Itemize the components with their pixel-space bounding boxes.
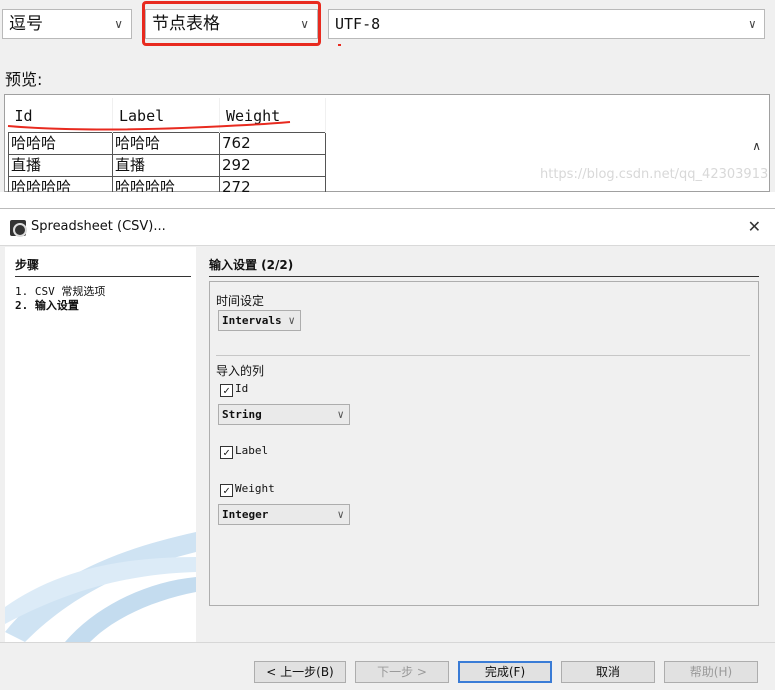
column-name: Label	[235, 444, 269, 457]
column-name: Id	[235, 382, 249, 395]
cancel-button[interactable]: 取消	[561, 661, 655, 683]
table-cell: 直播	[112, 153, 220, 177]
charset-select[interactable]: UTF-8 ∨	[328, 9, 765, 39]
table-cell: 哈哈哈	[8, 131, 113, 155]
preview-label: 预览:	[5, 70, 43, 89]
time-setting-value: Intervals	[222, 314, 282, 327]
steps-panel: 步骤 1. CSV 常规选项 2. 输入设置	[5, 247, 196, 642]
chevron-down-icon: ∨	[288, 314, 295, 327]
column-type-select-weight[interactable]: Integer ∨	[218, 504, 350, 525]
table-row: 直播 直播 292	[8, 153, 326, 177]
steps-header: 步骤	[15, 256, 191, 277]
import-preview-section: 逗号 ∨ 节点表格 ∨ UTF-8 ∨ 预览: Id Label Weight …	[0, 0, 775, 192]
import-columns-label: 导入的列	[216, 364, 265, 378]
chevron-down-icon: ∨	[114, 17, 123, 31]
next-button[interactable]: 下一步 >	[355, 661, 449, 683]
table-cell: 762	[219, 131, 326, 155]
help-button[interactable]: 帮助(H)	[664, 661, 758, 683]
column-checkbox-weight[interactable]: ✓ Weight	[220, 482, 275, 497]
column-type-value: String	[222, 408, 262, 421]
table-row: 哈哈哈哈 哈哈哈哈 272	[8, 175, 326, 192]
chevron-down-icon: ∨	[337, 508, 344, 521]
preview-table: Id Label Weight 哈哈哈 哈哈哈 762 直播 直播 292 哈哈…	[8, 98, 326, 192]
back-button[interactable]: < 上一步(B)	[254, 661, 346, 683]
table-row: 哈哈哈 哈哈哈 762	[8, 131, 326, 155]
decorative-swoosh	[5, 532, 196, 642]
column-checkbox-id[interactable]: ✓ Id	[220, 382, 248, 397]
charset-value: UTF-8	[335, 15, 381, 33]
step-item-2: 2. 输入设置	[15, 299, 79, 312]
delimiter-value: 逗号	[9, 14, 43, 34]
gephi-app-icon	[10, 220, 27, 237]
checkbox-checked-icon: ✓	[220, 384, 233, 397]
title-bar: Spreadsheet (CSV)... ✕	[0, 209, 775, 246]
table-cell: 292	[219, 153, 326, 177]
watermark-text: https://blog.csdn.net/qq_42303913	[540, 167, 769, 182]
time-setting-select[interactable]: Intervals ∨	[218, 310, 301, 331]
table-cell: 哈哈哈哈	[8, 175, 113, 192]
time-setting-label: 时间设定	[216, 294, 265, 308]
scroll-up-icon[interactable]: ∧	[752, 139, 761, 153]
separator	[216, 355, 750, 356]
finish-button[interactable]: 完成(F)	[458, 661, 552, 683]
dialog-title: Spreadsheet (CSV)...	[31, 219, 166, 234]
table-cell: 哈哈哈哈	[112, 175, 220, 192]
button-bar: < 上一步(B) 下一步 > 完成(F) 取消 帮助(H)	[0, 642, 775, 690]
settings-panel: 时间设定 Intervals ∨ 导入的列 ✓ Id String ∨ ✓ Labe…	[209, 281, 759, 606]
checkbox-checked-icon: ✓	[220, 484, 233, 497]
delimiter-select[interactable]: 逗号 ∨	[2, 9, 132, 39]
column-name: Weight	[235, 482, 275, 495]
chevron-down-icon: ∨	[337, 408, 344, 421]
spreadsheet-import-dialog: Spreadsheet (CSV)... ✕ 步骤 1. CSV 常规选项 2.…	[0, 208, 775, 690]
preview-table-area[interactable]: Id Label Weight 哈哈哈 哈哈哈 762 直播 直播 292 哈哈…	[4, 94, 770, 192]
chevron-down-icon: ∨	[748, 17, 756, 31]
red-underline-annotation	[7, 121, 291, 131]
column-checkbox-label[interactable]: ✓ Label	[220, 444, 268, 459]
column-type-select-id[interactable]: String ∨	[218, 404, 350, 425]
checkbox-checked-icon: ✓	[220, 446, 233, 459]
content-header: 输入设置 (2/2)	[209, 256, 759, 277]
column-type-value: Integer	[222, 508, 269, 521]
red-mark	[338, 44, 341, 46]
table-cell: 直播	[8, 153, 113, 177]
red-highlight-box	[142, 1, 321, 46]
table-cell: 272	[219, 175, 326, 192]
table-cell: 哈哈哈	[112, 131, 220, 155]
settings-content: 输入设置 (2/2) 时间设定 Intervals ∨ 导入的列 ✓ Id Str…	[200, 247, 768, 642]
close-icon[interactable]: ✕	[748, 217, 761, 236]
